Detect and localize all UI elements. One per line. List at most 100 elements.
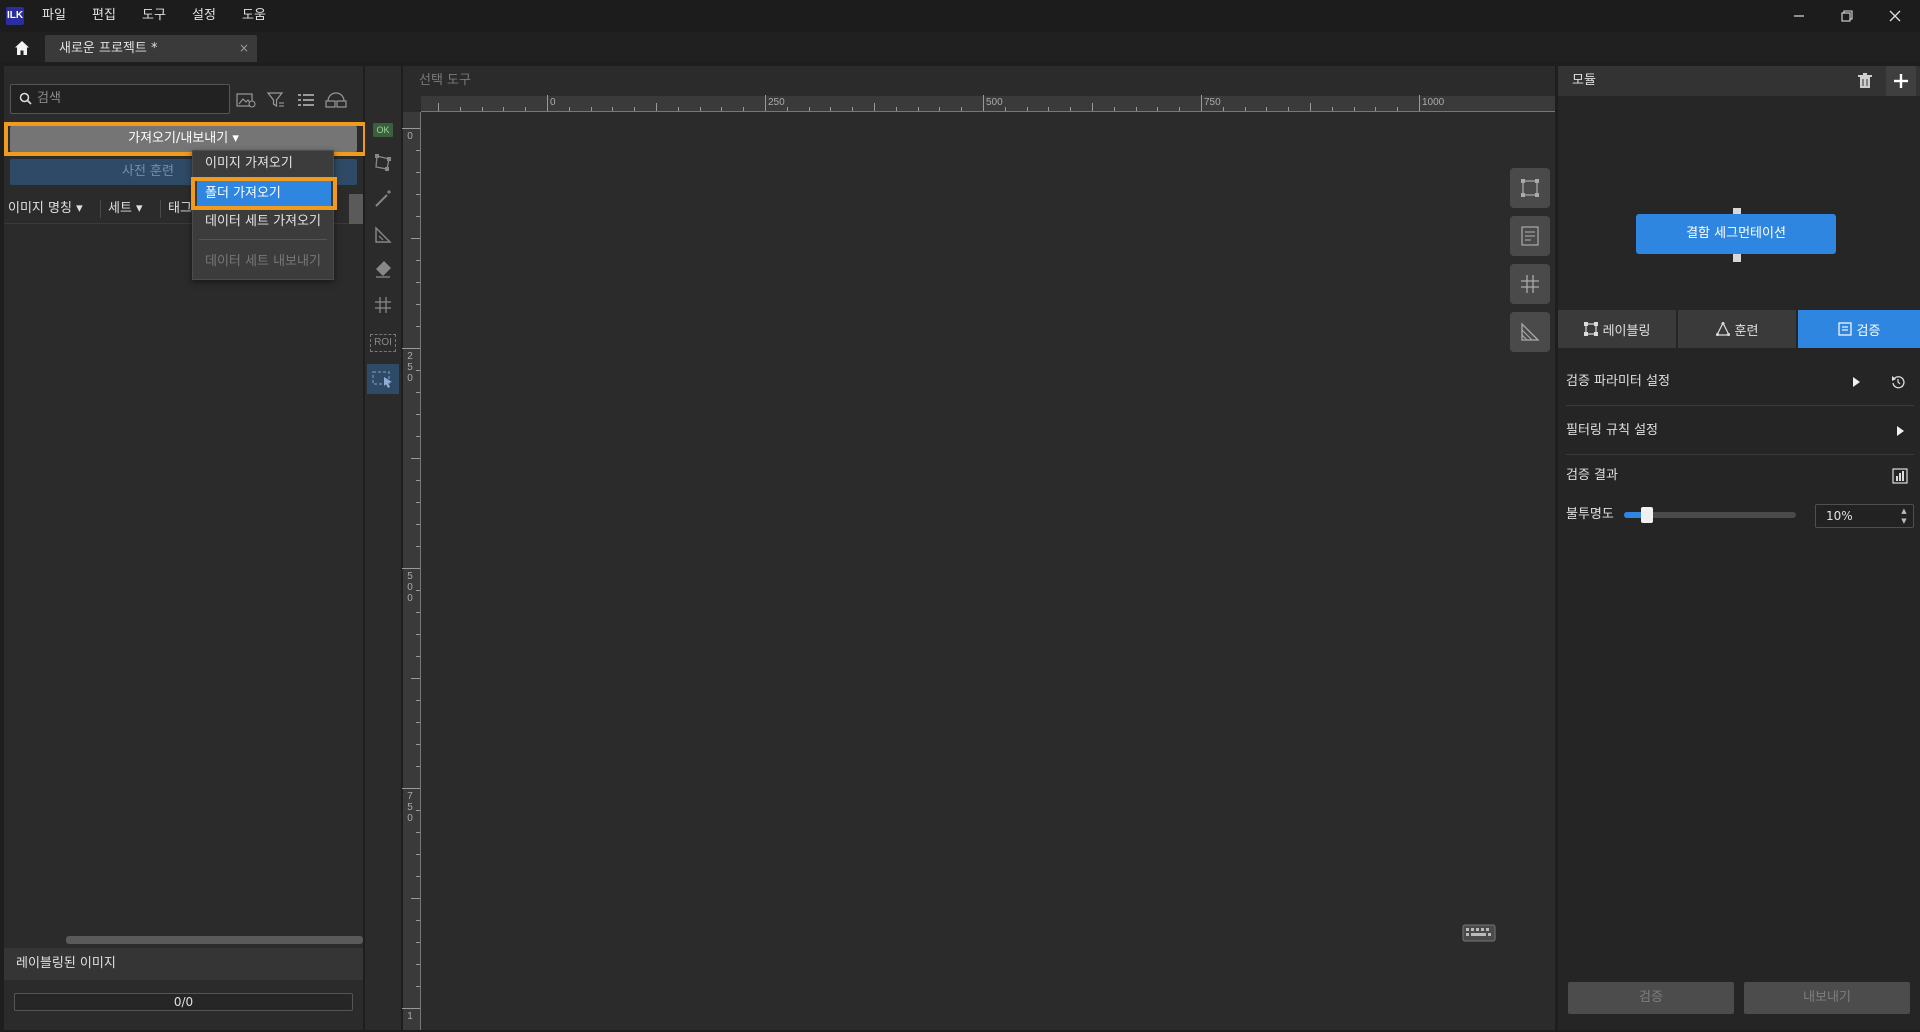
canvas-area[interactable]: 선택 도구 0 250 500 750 1000 0 250 500 750 1	[402, 66, 1555, 1030]
opacity-slider[interactable]	[1624, 507, 1796, 523]
ruler-tick	[1375, 107, 1377, 111]
tab-validation-label: 검증	[1856, 323, 1881, 339]
select-tool[interactable]	[367, 364, 399, 394]
horizontal-scrollbar[interactable]	[66, 936, 363, 944]
delete-module-button[interactable]	[1854, 70, 1876, 92]
polygon-tool[interactable]	[370, 150, 396, 176]
fit-view-button[interactable]	[1510, 168, 1550, 208]
ruler-tick	[416, 876, 420, 877]
triangle-mask-icon	[1521, 322, 1540, 341]
export-button[interactable]: 내보내기	[1744, 982, 1910, 1014]
ruler-tick	[590, 107, 592, 111]
menu-file[interactable]: 파일	[42, 0, 66, 32]
module-title: 모듈	[1572, 73, 1596, 88]
ruler-tick	[416, 546, 420, 547]
ruler-tick	[411, 458, 420, 459]
eraser-tool[interactable]	[370, 256, 396, 282]
module-graph[interactable]: 결함 세그먼테이션	[1558, 96, 1920, 310]
ruler-tick	[1310, 103, 1311, 111]
ruler-tick	[961, 107, 963, 111]
validation-params-label: 검증 파라미터 설정	[1566, 374, 1670, 389]
ruler-tick	[416, 216, 420, 217]
annotation-list-button[interactable]	[1510, 216, 1550, 256]
tab-labeling[interactable]: 레이블링	[1558, 310, 1676, 348]
tab-validation[interactable]: 검증	[1798, 310, 1920, 348]
ruler-tick	[917, 107, 919, 111]
opacity-value: 10%	[1826, 509, 1853, 523]
validate-button[interactable]: 검증	[1568, 982, 1734, 1014]
ruler-tick	[402, 788, 420, 789]
ruler-tick	[743, 107, 745, 111]
close-window-button[interactable]	[1872, 0, 1918, 32]
grid-view-button[interactable]	[324, 88, 348, 112]
project-tab[interactable]: 새로운 프로젝트 * ×	[45, 35, 257, 62]
opacity-slider-thumb[interactable]	[1641, 507, 1654, 523]
mask-view-button[interactable]	[1510, 312, 1550, 352]
import-export-button[interactable]: 가져오기/내보내기 ▾	[10, 126, 357, 152]
filter-rules-row[interactable]: 필터링 규칙 설정	[1566, 407, 1914, 455]
validation-params-row[interactable]: 검증 파라미터 설정	[1566, 358, 1914, 406]
chart-icon[interactable]	[1892, 468, 1908, 484]
tab-labeling-label: 레이블링	[1602, 323, 1651, 339]
restore-button[interactable]	[1824, 0, 1870, 32]
ruler-tick	[1222, 107, 1224, 111]
ruler-tick	[568, 107, 570, 111]
list-view-button[interactable]	[294, 88, 318, 112]
menu-import-folder[interactable]: 폴더 가져오기	[197, 181, 331, 207]
tab-training[interactable]: 훈련	[1678, 310, 1796, 348]
add-module-button[interactable]	[1886, 66, 1916, 96]
image-view-button[interactable]	[234, 88, 258, 112]
magic-wand-tool[interactable]	[370, 186, 396, 212]
grid-cut-button[interactable]	[1510, 264, 1550, 304]
ruler-tick	[416, 304, 420, 305]
filter-button[interactable]	[264, 88, 288, 112]
ruler-tick	[1397, 107, 1399, 111]
menu-settings[interactable]: 설정	[192, 0, 216, 32]
node-output-port[interactable]	[1733, 254, 1741, 262]
ruler-tick	[416, 414, 420, 415]
ruler-tick	[416, 942, 420, 943]
ruler-tick	[547, 95, 548, 111]
opacity-spinbox[interactable]: 10% ▲ ▼	[1815, 504, 1914, 528]
ruler-tick	[765, 95, 766, 111]
reset-icon[interactable]	[1890, 374, 1906, 390]
minimize-button[interactable]	[1776, 0, 1822, 32]
ok-tool[interactable]: OK	[373, 123, 393, 137]
menu-tools[interactable]: 도구	[142, 0, 166, 32]
menu-help[interactable]: 도움	[242, 0, 266, 32]
spin-up-icon[interactable]: ▲	[1897, 506, 1911, 516]
mask-tool[interactable]	[370, 222, 396, 248]
training-icon	[1715, 322, 1730, 336]
menu-edit[interactable]: 편집	[92, 0, 116, 32]
opacity-row: 불투명도 10% ▲ ▼	[1566, 500, 1914, 530]
opacity-label: 불투명도	[1566, 507, 1614, 522]
ruler-tick	[416, 612, 420, 613]
home-button[interactable]	[10, 37, 34, 59]
column-tag[interactable]: 태그	[168, 194, 192, 224]
ruler-tick	[1004, 107, 1006, 111]
validation-result-label: 검증 결과	[1566, 468, 1618, 483]
spin-down-icon[interactable]: ▼	[1897, 516, 1911, 526]
ruler-tick	[416, 744, 420, 745]
app-logo: ILK	[6, 7, 24, 25]
menu-import-images[interactable]: 이미지 가져오기	[193, 151, 333, 177]
ruler-tick	[1419, 95, 1420, 111]
canvas-tool-title: 선택 도구	[419, 73, 471, 88]
roi-tool[interactable]: ROI	[370, 334, 396, 352]
defect-segmentation-node[interactable]: 결함 세그먼테이션	[1636, 214, 1836, 254]
menu-import-dataset[interactable]: 데이터 세트 가져오기	[193, 209, 333, 235]
column-image-name[interactable]: 이미지 명칭 ▾	[8, 194, 83, 224]
project-tab-label: 새로운 프로젝트 *	[59, 41, 158, 56]
ruler-label: 750	[407, 791, 413, 824]
ruler-tick	[830, 107, 832, 111]
expand-arrow-icon[interactable]	[1892, 423, 1908, 439]
expand-arrow-icon[interactable]	[1848, 374, 1864, 390]
search-input[interactable]: 검색	[10, 84, 230, 114]
keyboard-shortcuts-button[interactable]	[1459, 918, 1499, 948]
column-set[interactable]: 세트 ▾	[108, 194, 143, 224]
vertical-scrollbar[interactable]	[349, 194, 363, 224]
grid-tool[interactable]	[370, 292, 396, 318]
search-icon	[19, 92, 32, 105]
ruler-tick	[1026, 107, 1028, 111]
tab-close-icon[interactable]: ×	[239, 35, 249, 62]
